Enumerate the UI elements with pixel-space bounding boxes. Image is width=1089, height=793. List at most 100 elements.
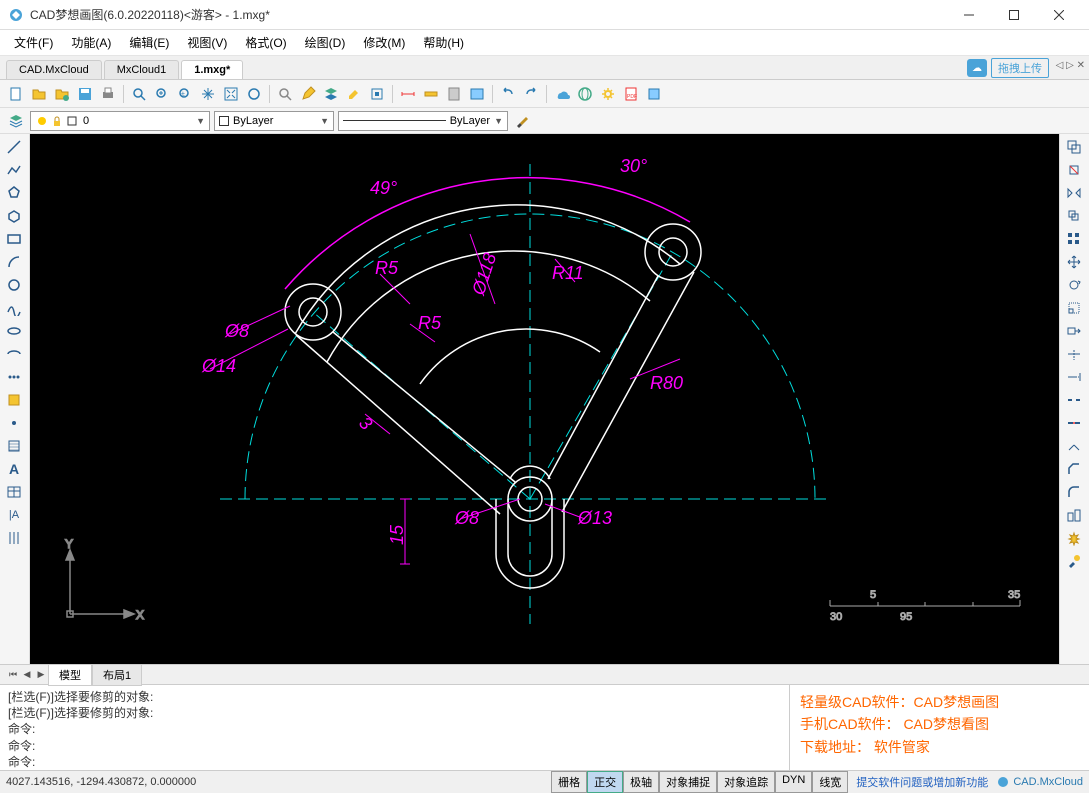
image-icon[interactable]	[467, 84, 487, 104]
pan-icon[interactable]	[198, 84, 218, 104]
tab-nav[interactable]: ◁ ▷ ✕	[1056, 60, 1085, 71]
zoom-realtime-icon[interactable]: ±	[175, 84, 195, 104]
dim-icon[interactable]	[398, 84, 418, 104]
move-icon[interactable]	[1062, 251, 1086, 273]
join-icon[interactable]	[1062, 435, 1086, 457]
arc-tool-icon[interactable]	[2, 251, 26, 273]
copy-icon[interactable]	[1062, 136, 1086, 158]
menu-modify[interactable]: 修改(M)	[355, 31, 413, 54]
otrack-toggle[interactable]: 对象追踪	[717, 771, 775, 793]
spline-tool-icon[interactable]	[2, 297, 26, 319]
tab-nav-next[interactable]: ▶	[34, 667, 48, 683]
menu-func[interactable]: 功能(A)	[63, 31, 119, 54]
layer-select[interactable]: 0 ▼	[30, 111, 210, 131]
ellipse-arc-tool-icon[interactable]	[2, 343, 26, 365]
drawing-canvas[interactable]: 49° 30° R5 R5 R11 R80 Ø8 Ø14 Ø118 Ø8 Ø13…	[30, 134, 1059, 664]
rectangle-tool-icon[interactable]	[2, 228, 26, 250]
mtext-tool-icon[interactable]: |A	[2, 504, 26, 526]
ortho-toggle[interactable]: 正交	[587, 771, 623, 793]
tab-nav-first[interactable]: ⏮	[6, 667, 20, 683]
scale-icon[interactable]	[1062, 297, 1086, 319]
file-tab-current[interactable]: 1.mxg*	[181, 60, 243, 79]
mirror-icon[interactable]	[1062, 182, 1086, 204]
zoom-window-icon[interactable]	[129, 84, 149, 104]
extend-icon[interactable]	[1062, 366, 1086, 388]
save-icon[interactable]	[75, 84, 95, 104]
export-icon[interactable]	[644, 84, 664, 104]
grid-toggle[interactable]: 栅格	[551, 771, 587, 793]
edit-icon[interactable]	[298, 84, 318, 104]
circle-tool-icon[interactable]	[2, 274, 26, 296]
zoom-all-icon[interactable]	[244, 84, 264, 104]
menu-format[interactable]: 格式(O)	[237, 31, 294, 54]
pdf-icon[interactable]: PDF	[621, 84, 641, 104]
file-tab-cloud[interactable]: CAD.MxCloud	[6, 60, 102, 79]
axis-tool-icon[interactable]	[2, 527, 26, 549]
menu-help[interactable]: 帮助(H)	[415, 31, 472, 54]
matchprop-icon[interactable]	[1062, 550, 1086, 572]
menu-edit[interactable]: 编辑(E)	[121, 31, 177, 54]
layout1-tab[interactable]: 布局1	[92, 664, 142, 686]
array-icon[interactable]	[1062, 228, 1086, 250]
undo-icon[interactable]	[498, 84, 518, 104]
minimize-button[interactable]	[946, 1, 991, 29]
osnap-toggle[interactable]: 对象捕捉	[659, 771, 717, 793]
brand-label[interactable]: CAD.MxCloud	[996, 775, 1083, 789]
table-tool-icon[interactable]	[2, 481, 26, 503]
cloud-up-icon[interactable]	[552, 84, 572, 104]
insert-block-icon[interactable]	[2, 389, 26, 411]
hatch-tool-icon[interactable]	[2, 435, 26, 457]
tab-nav-prev[interactable]: ◀	[20, 667, 34, 683]
maximize-button[interactable]	[991, 1, 1036, 29]
polyline-tool-icon[interactable]	[2, 159, 26, 181]
measure-icon[interactable]	[421, 84, 441, 104]
lwt-toggle[interactable]: 线宽	[812, 771, 848, 793]
line-tool-icon[interactable]	[2, 136, 26, 158]
zoom-extents-icon[interactable]	[221, 84, 241, 104]
text-tool-icon[interactable]: A	[2, 458, 26, 480]
layer-icon[interactable]	[321, 84, 341, 104]
zoom-in-icon[interactable]	[152, 84, 172, 104]
dots-tool-icon[interactable]	[2, 366, 26, 388]
erase-icon[interactable]	[1062, 159, 1086, 181]
ellipse-tool-icon[interactable]	[2, 320, 26, 342]
layers-manager-icon[interactable]	[6, 111, 26, 131]
redo-icon[interactable]	[521, 84, 541, 104]
trim-icon[interactable]	[1062, 343, 1086, 365]
open-icon[interactable]	[29, 84, 49, 104]
command-history[interactable]: [栏选(F)]选择要修剪的对象: [栏选(F)]选择要修剪的对象: 命令: 命令…	[0, 685, 789, 770]
globe-icon[interactable]	[575, 84, 595, 104]
offset-icon[interactable]	[1062, 205, 1086, 227]
zoom-prev-icon[interactable]	[275, 84, 295, 104]
print-icon[interactable]	[98, 84, 118, 104]
calc-icon[interactable]	[444, 84, 464, 104]
upload-area[interactable]: ☁ 拖拽上传	[967, 58, 1049, 78]
linetype-select[interactable]: ByLayer ▼	[338, 111, 508, 131]
new-icon[interactable]	[6, 84, 26, 104]
align-icon[interactable]	[1062, 504, 1086, 526]
stretch-icon[interactable]	[1062, 320, 1086, 342]
point-tool-icon[interactable]	[2, 412, 26, 434]
color-select[interactable]: ByLayer ▼	[214, 111, 334, 131]
break2-icon[interactable]	[1062, 412, 1086, 434]
explode-icon[interactable]	[1062, 527, 1086, 549]
close-button[interactable]	[1036, 1, 1081, 29]
pentagon-tool-icon[interactable]	[2, 205, 26, 227]
model-tab[interactable]: 模型	[48, 664, 92, 686]
highlight-icon[interactable]	[344, 84, 364, 104]
dyn-toggle[interactable]: DYN	[775, 771, 812, 793]
break-icon[interactable]	[1062, 389, 1086, 411]
gear-icon[interactable]	[598, 84, 618, 104]
chamfer-icon[interactable]	[1062, 458, 1086, 480]
brush-icon[interactable]	[512, 111, 532, 131]
polygon-tool-icon[interactable]	[2, 182, 26, 204]
menu-file[interactable]: 文件(F)	[6, 31, 61, 54]
menu-view[interactable]: 视图(V)	[179, 31, 235, 54]
block-icon[interactable]	[367, 84, 387, 104]
file-tab-mxcloud1[interactable]: MxCloud1	[104, 60, 180, 79]
open2-icon[interactable]	[52, 84, 72, 104]
fillet-icon[interactable]	[1062, 481, 1086, 503]
menu-draw[interactable]: 绘图(D)	[297, 31, 354, 54]
polar-toggle[interactable]: 极轴	[623, 771, 659, 793]
feedback-link[interactable]: 提交软件问题或增加新功能	[856, 774, 988, 790]
